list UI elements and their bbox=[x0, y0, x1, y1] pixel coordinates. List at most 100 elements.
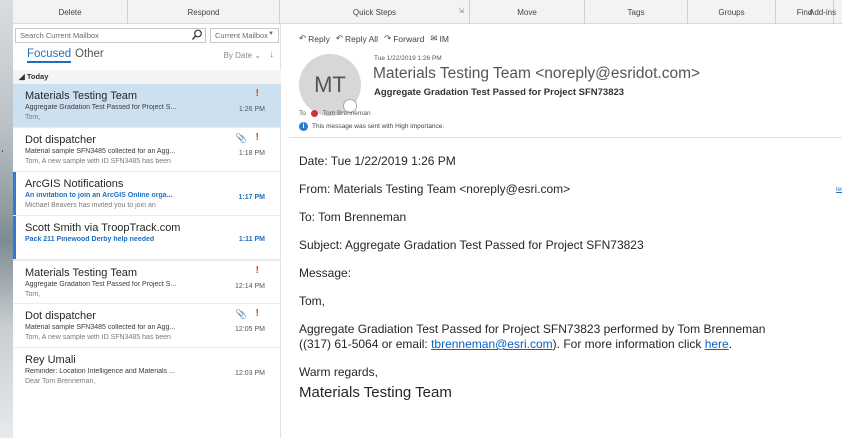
forward-button[interactable]: ↷ Forward bbox=[384, 33, 424, 44]
mail-preview: Michael Beavers has invited you to join … bbox=[25, 202, 156, 209]
forward-label: Forward bbox=[393, 33, 425, 44]
mail-sender: Dot dispatcher bbox=[25, 310, 96, 322]
body-to: To: Tom Brenneman bbox=[299, 210, 407, 224]
mail-sender: Materials Testing Team bbox=[25, 267, 138, 279]
sort-label: By Date bbox=[223, 51, 253, 60]
collapse-triangle-icon: ◢ bbox=[19, 72, 25, 81]
mail-time: 12:05 PM bbox=[235, 326, 265, 333]
search-input[interactable]: Search Current Mailbox bbox=[15, 28, 206, 43]
body-message-label: Message: bbox=[299, 266, 352, 280]
high-importance-icon: ! bbox=[255, 132, 259, 143]
ribbon-group-add-ins[interactable]: Add-ins bbox=[809, 0, 842, 24]
mail-subject: An invitation to join an ArcGIS Online o… bbox=[25, 192, 173, 199]
ribbon-group-move[interactable]: Move bbox=[470, 0, 585, 24]
body-greeting: Tom, bbox=[299, 294, 326, 308]
sort-direction-arrow-icon[interactable]: ↓ bbox=[269, 49, 274, 60]
reading-pane: ↶ Reply ↶ Reply All ↷ Forward ✉ IM MT Tue 1/… bbox=[281, 24, 842, 438]
body-signature: Materials Testing Team bbox=[299, 384, 452, 401]
body-text: . bbox=[728, 337, 733, 351]
ribbon-group-label: Quick Steps bbox=[352, 7, 397, 17]
importance-text: This message was sent with High importan… bbox=[312, 123, 445, 130]
reply-button[interactable]: ↶ Reply bbox=[299, 33, 330, 44]
email-link[interactable]: tbrenneman@esri.com bbox=[431, 337, 553, 351]
body-text: ). For more information click bbox=[552, 337, 705, 351]
reply-all-button[interactable]: ↶ Reply All bbox=[336, 33, 378, 44]
mail-sender: Scott Smith via TroopTrack.com bbox=[25, 222, 181, 234]
message-recipients: To Tom Brenneman bbox=[299, 110, 371, 117]
mail-sender: Dot dispatcher bbox=[25, 134, 96, 146]
chevron-down-icon: ⌄ bbox=[254, 51, 261, 60]
mail-item[interactable]: Materials Testing Team Aggregate Gradati… bbox=[13, 260, 281, 304]
mail-subject: Aggregate Gradation Test Passed for Proj… bbox=[25, 281, 177, 288]
mail-sender: ArcGIS Notifications bbox=[25, 178, 124, 190]
mail-subject: Pack 211 Pinewood Derby help needed bbox=[25, 236, 155, 243]
mail-time: 1:17 PM bbox=[238, 194, 265, 201]
importance-notice: i This message was sent with High import… bbox=[299, 122, 444, 131]
info-icon: i bbox=[299, 122, 308, 131]
mail-item[interactable]: Materials Testing Team Aggregate Gradati… bbox=[13, 84, 281, 128]
mail-preview: Dear Tom Brenneman, bbox=[25, 378, 96, 385]
reply-all-icon: ↶ bbox=[335, 33, 343, 43]
ribbon: Delete Respond Quick Steps ⇲ Move Tags Gr… bbox=[13, 0, 842, 24]
high-importance-icon: ! bbox=[255, 308, 259, 319]
reply-icon: ↶ bbox=[299, 33, 307, 43]
mail-item[interactable]: ArcGIS Notifications An invitation to jo… bbox=[13, 172, 281, 216]
mail-time: 12:03 PM bbox=[235, 370, 265, 377]
inbox-tabs: Focused Other By Date ⌄ ↓ bbox=[13, 46, 281, 66]
body-paragraph-line-2: ((317) 61-5064 or email: tbrenneman@esri… bbox=[299, 337, 732, 351]
ribbon-group-label: Add-ins bbox=[809, 7, 837, 17]
sort-by-dropdown[interactable]: By Date ⌄ bbox=[224, 51, 261, 60]
header-divider bbox=[289, 137, 842, 138]
group-header-today[interactable]: ◢ Today bbox=[13, 70, 281, 84]
high-importance-icon: ! bbox=[255, 88, 259, 99]
mail-subject: Aggregate Gradation Test Passed for Proj… bbox=[25, 104, 177, 111]
reply-label: Reply bbox=[308, 33, 330, 44]
mail-item[interactable]: Dot dispatcher Material sample SFN3485 c… bbox=[13, 128, 281, 172]
mail-preview: Tom, bbox=[25, 114, 41, 121]
mail-preview: Tom, A new sample with ID SFN3485 has be… bbox=[25, 334, 171, 341]
search-icon[interactable] bbox=[191, 29, 203, 41]
mail-time: 12:14 PM bbox=[235, 283, 265, 290]
search-scope-label: Current Mailbox bbox=[215, 31, 268, 40]
message-list-pane: Search Current Mailbox Current Mailbox ▼ … bbox=[13, 24, 281, 438]
tab-focused[interactable]: Focused bbox=[27, 48, 72, 63]
recipient-name[interactable]: Tom Brenneman bbox=[323, 110, 371, 117]
mail-time: 1:18 PM bbox=[238, 150, 265, 157]
im-icon: ✉ bbox=[430, 33, 438, 43]
mail-preview: Tom, bbox=[25, 291, 41, 298]
ribbon-group-delete[interactable]: Delete bbox=[13, 0, 128, 24]
ribbon-group-label: Groups bbox=[718, 7, 745, 17]
mail-item[interactable]: Rey Umali Reminder: Location Intelligenc… bbox=[13, 348, 281, 392]
search-row: Search Current Mailbox Current Mailbox ▼ bbox=[15, 28, 279, 43]
mail-item[interactable]: Dot dispatcher Material sample SFN3485 c… bbox=[13, 304, 281, 348]
side-link[interactable]: les bbox=[836, 186, 842, 193]
ribbon-group-groups[interactable]: Groups bbox=[688, 0, 776, 24]
body-subject: Subject: Aggregate Gradation Test Passed… bbox=[299, 238, 644, 252]
ribbon-group-tags[interactable]: Tags bbox=[585, 0, 688, 24]
mail-sender: Materials Testing Team bbox=[25, 90, 138, 102]
ribbon-group-respond[interactable]: Respond bbox=[128, 0, 280, 24]
ribbon-group-label: Move bbox=[517, 7, 537, 17]
more-info-link[interactable]: here bbox=[705, 337, 729, 351]
im-button[interactable]: ✉ IM bbox=[430, 33, 449, 44]
mail-subject: Material sample SFN3485 collected for an… bbox=[25, 324, 176, 331]
reply-all-label: Reply All bbox=[344, 33, 379, 44]
ribbon-group-label: Respond bbox=[187, 7, 220, 17]
mail-time: 1:11 PM bbox=[238, 236, 265, 243]
body-closing: Warm regards, bbox=[299, 365, 378, 379]
group-label: Today bbox=[26, 72, 49, 81]
search-scope-dropdown[interactable]: Current Mailbox ▼ bbox=[210, 28, 279, 43]
ribbon-group-label: Delete bbox=[58, 7, 82, 17]
attachment-icon: 📎 bbox=[235, 133, 247, 143]
mail-item[interactable]: Scott Smith via TroopTrack.com Pack 211 … bbox=[13, 216, 281, 260]
to-label: To bbox=[299, 110, 306, 117]
dialog-launcher-icon[interactable]: ⇲ bbox=[458, 7, 464, 15]
ribbon-group-quick-steps[interactable]: Quick Steps ⇲ bbox=[280, 0, 470, 24]
tab-other[interactable]: Other bbox=[75, 48, 104, 60]
body-from: From: Materials Testing Team <noreply@es… bbox=[299, 182, 571, 196]
message-sender[interactable]: Materials Testing Team <noreply@esridot.… bbox=[373, 65, 700, 83]
attachment-icon: 📎 bbox=[235, 309, 247, 319]
message-actions: ↶ Reply ↶ Reply All ↷ Forward ✉ IM bbox=[299, 33, 449, 44]
body-paragraph-line-1: Aggregate Gradiation Test Passed for Pro… bbox=[299, 322, 766, 336]
message-subject: Aggregate Gradation Test Passed for Proj… bbox=[374, 87, 625, 98]
